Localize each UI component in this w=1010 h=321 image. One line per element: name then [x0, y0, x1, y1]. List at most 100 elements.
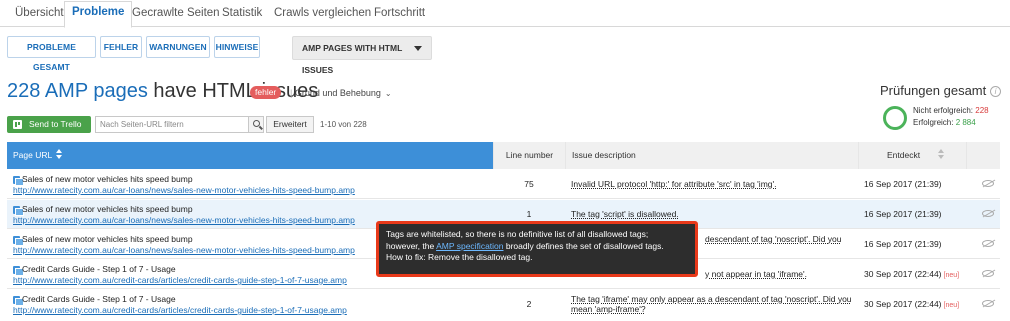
line-number: 1	[526, 209, 532, 219]
page-url-link[interactable]: http://www.ratecity.com.au/car-loans/new…	[13, 185, 355, 195]
hide-eye-icon[interactable]	[982, 210, 994, 217]
column-header-line-number[interactable]: Line number	[493, 142, 565, 169]
date-text: 30 Sep 2017 (22:44)	[864, 269, 942, 279]
new-badge: [neu]	[943, 272, 960, 279]
issue-description[interactable]: The tag 'script' is disallowed.	[571, 209, 679, 219]
send-to-trello-button[interactable]: Send to Trello	[7, 116, 91, 133]
table-row: Sales of new motor vehicles hits speed b…	[7, 170, 1000, 199]
url-filter-input[interactable]: Nach Seiten-URL filtern	[95, 116, 249, 133]
issue-description[interactable]: y not appear in tag 'iframe'.	[705, 269, 807, 279]
filter-probleme-gesamt-button[interactable]: PROBLEME GESAMT	[7, 36, 96, 72]
advanced-label: Erweitert	[273, 119, 307, 129]
checks-ring-chart	[883, 106, 907, 130]
filter-label: HINWEISE	[215, 42, 259, 52]
column-header-entdeckt[interactable]: Entdeckt	[858, 142, 966, 169]
amp-specification-link[interactable]: AMP specification	[436, 241, 503, 251]
tab-label: Probleme	[72, 6, 125, 18]
filter-label: FEHLER	[103, 42, 139, 52]
page-url-link[interactable]: http://www.ratecity.com.au/credit-cards/…	[13, 305, 347, 315]
table-row: Credit Cards Guide - Step 1 of 7 - Usage…	[7, 290, 1000, 321]
tab-fortschritt[interactable]: Fortschritt	[368, 4, 431, 27]
failed-value: 228	[975, 106, 989, 115]
passed-value: 2 884	[955, 118, 976, 127]
page-title-text: Sales of new motor vehicles hits speed b…	[22, 174, 193, 184]
tooltip-line-1: Tags are whitelisted, so there is no def…	[386, 229, 649, 239]
discovered-date: 16 Sep 2017 (21:39)	[864, 239, 944, 249]
passed-label: Erfolgreich:	[913, 118, 956, 127]
sort-icon	[56, 149, 63, 159]
issue-description[interactable]: descendant of tag 'noscript'. Did you	[705, 234, 842, 244]
trello-label: Send to Trello	[29, 119, 82, 129]
dropdown-label: AMP PAGES WITH HTML ISSUES	[302, 43, 403, 75]
trello-icon	[13, 120, 22, 129]
filter-hinweise-button[interactable]: HINWEISE	[214, 36, 260, 58]
failed-checks: Nicht erfolgreich: 228	[913, 106, 989, 115]
issue-description[interactable]: Invalid URL protocol 'http:' for attribu…	[571, 179, 776, 189]
tab-gecrawlte-seiten[interactable]: Gecrawlte Seiten	[126, 4, 226, 27]
info-icon[interactable]: i	[990, 86, 1001, 97]
header-label: Page URL	[13, 150, 53, 160]
top-tab-bar: Übersicht Probleme Gecrawlte Seiten Stat…	[0, 0, 1010, 28]
table-header: Page URL Line number Issue description E…	[7, 142, 1000, 169]
discovered-date: 30 Sep 2017 (22:44) [neu]	[864, 269, 959, 279]
issue-count-link[interactable]: 228 AMP pages	[7, 80, 148, 102]
tooltip-line-2: however, the AMP specification broadly d…	[386, 241, 695, 253]
search-icon	[253, 120, 260, 127]
date-text: 16 Sep 2017 (21:39)	[864, 179, 942, 189]
hide-eye-icon[interactable]	[982, 240, 994, 247]
page-url-link[interactable]: http://www.ratecity.com.au/credit-cards/…	[13, 275, 347, 285]
issue-description[interactable]: The tag 'iframe' may only appear as a de…	[571, 294, 857, 314]
hide-eye-icon[interactable]	[982, 300, 994, 307]
external-page-icon[interactable]	[13, 206, 24, 216]
date-text: 16 Sep 2017 (21:39)	[864, 239, 942, 249]
passed-checks: Erfolgreich: 2 884	[913, 118, 976, 127]
page-url-link[interactable]: http://www.ratecity.com.au/car-loans/new…	[13, 215, 355, 225]
reason-dropdown[interactable]: | Grund und Behebung ⌄	[290, 88, 392, 98]
chevron-down-icon: ⌄	[384, 89, 392, 98]
tab-label: Gecrawlte Seiten	[132, 7, 220, 19]
page-title-text: Credit Cards Guide - Step 1 of 7 - Usage	[22, 264, 176, 274]
hide-eye-icon[interactable]	[982, 180, 994, 187]
tab-label: Übersicht	[15, 7, 64, 19]
page-title-text: Credit Cards Guide - Step 1 of 7 - Usage	[22, 294, 176, 304]
caret-down-icon	[414, 46, 422, 51]
discovered-date: 16 Sep 2017 (21:39)	[864, 179, 944, 189]
checks-total-title: Prüfungen gesamt	[880, 83, 987, 98]
header-label: Line number	[505, 150, 554, 160]
filter-label: WARNUNGEN	[149, 42, 207, 52]
filter-warnungen-button[interactable]: WARNUNGEN	[146, 36, 210, 58]
hide-eye-icon[interactable]	[982, 270, 994, 277]
page-title-text: Sales of new motor vehicles hits speed b…	[22, 234, 193, 244]
tab-label: Fortschritt	[374, 7, 426, 19]
search-button[interactable]	[248, 116, 264, 133]
external-page-icon[interactable]	[13, 176, 24, 186]
column-header-issue-description[interactable]: Issue description	[565, 142, 858, 169]
reason-label: Grund und Behebung	[294, 88, 381, 98]
pagination-range: 1-10 von 228	[320, 120, 367, 129]
tab-label: Statistik	[222, 7, 263, 19]
tab-uebersicht[interactable]: Übersicht	[9, 4, 70, 27]
external-page-icon[interactable]	[13, 236, 24, 246]
external-page-icon[interactable]	[13, 266, 24, 276]
discovered-date: 16 Sep 2017 (21:39)	[864, 209, 944, 219]
issue-tooltip: Tags are whitelisted, so there is no def…	[376, 221, 698, 277]
filter-fehler-button[interactable]: FEHLER	[100, 36, 142, 58]
failed-label: Nicht erfolgreich:	[913, 106, 976, 115]
header-label: Entdeckt	[887, 150, 921, 160]
new-badge: [neu]	[943, 302, 960, 309]
page-url-link[interactable]: http://www.ratecity.com.au/car-loans/new…	[13, 245, 355, 255]
column-header-actions	[966, 142, 1000, 169]
external-page-icon[interactable]	[13, 296, 24, 306]
filter-label: PROBLEME GESAMT	[27, 42, 76, 72]
tab-statistik[interactable]: Statistik	[216, 4, 268, 27]
tooltip-text: broadly defines the set of disallowed ta…	[503, 240, 664, 251]
sort-icon	[938, 149, 945, 159]
column-header-page-url[interactable]: Page URL	[7, 142, 493, 169]
tab-crawls-vergleichen[interactable]: Crawls vergleichen	[268, 4, 377, 27]
line-number: 75	[524, 179, 534, 189]
line-number: 2	[526, 299, 532, 309]
tab-probleme[interactable]: Probleme	[64, 1, 133, 28]
header-label: Issue description	[572, 150, 636, 160]
issue-type-dropdown[interactable]: AMP PAGES WITH HTML ISSUES	[292, 36, 432, 75]
advanced-filter-button[interactable]: Erweitert	[266, 116, 314, 133]
